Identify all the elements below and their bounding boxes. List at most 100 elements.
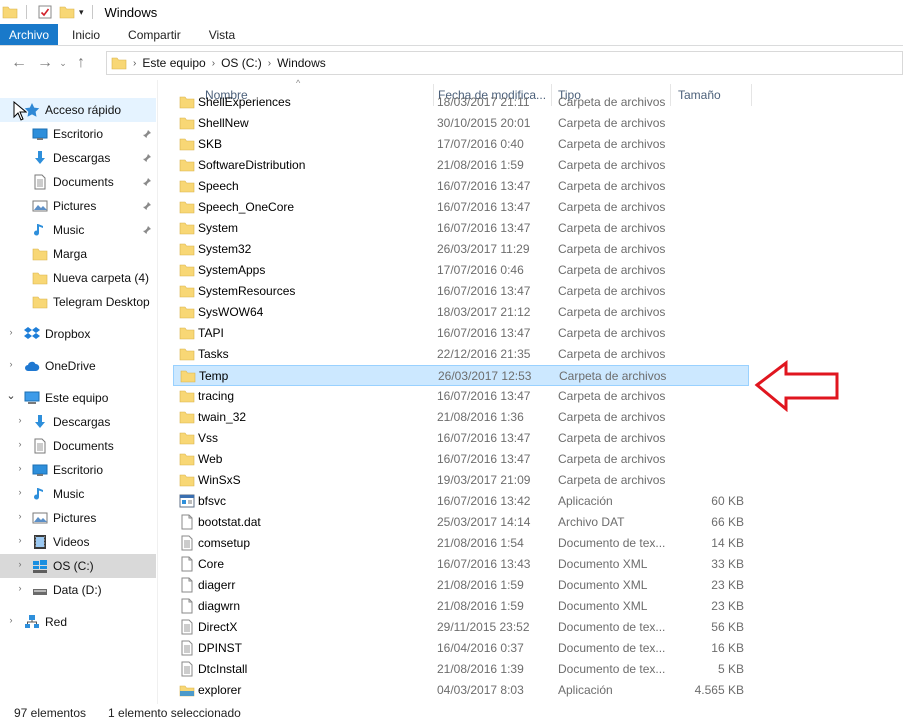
breadcrumb-os-c[interactable]: OS (C:) <box>221 56 262 70</box>
nav-pc-data-d[interactable]: › Data (D:) <box>0 578 156 602</box>
file-row[interactable]: WinSxS 19/03/2017 21:09 Carpeta de archivo… <box>173 470 749 491</box>
nav-pc-escritorio[interactable]: › Escritorio <box>0 458 156 482</box>
chevron-right-icon[interactable]: › <box>14 439 26 449</box>
chevron-right-icon[interactable]: › <box>14 487 26 497</box>
file-name: DtcInstall <box>198 662 248 676</box>
file-date: 16/07/2016 13:47 <box>437 179 531 193</box>
chevron-right-icon[interactable]: › <box>5 359 17 369</box>
file-row[interactable]: bfsvc 16/07/2016 13:42 Aplicación 60 KB <box>173 491 749 512</box>
properties-icon[interactable] <box>37 4 53 20</box>
expand-caret-icon[interactable]: ⌄ <box>5 389 17 402</box>
file-row[interactable]: DirectX 29/11/2015 23:52 Documento de tex.… <box>173 617 749 638</box>
chevron-right-icon[interactable]: › <box>14 559 26 569</box>
chevron-right-icon[interactable]: › <box>14 511 26 521</box>
folder-icon[interactable] <box>2 4 18 20</box>
file-row[interactable]: diagerr 21/08/2016 1:59 Documento XML 23 KB <box>173 575 749 596</box>
chevron-right-icon[interactable]: › <box>5 327 17 337</box>
folder-icon <box>179 348 195 361</box>
customize-toolbar-icon[interactable]: ▾ <box>79 7 84 18</box>
breadcrumb-este-equipo[interactable]: Este equipo <box>142 56 205 70</box>
pin-icon[interactable] <box>142 153 152 163</box>
chevron-right-icon[interactable]: › <box>212 58 215 69</box>
file-row[interactable]: TAPI 16/07/2016 13:47 Carpeta de archivos <box>173 323 749 344</box>
chevron-right-icon[interactable]: › <box>14 535 26 545</box>
file-row-selected[interactable]: Temp 26/03/2017 12:53 Carpeta de archivos <box>173 365 749 386</box>
chevron-right-icon[interactable]: › <box>14 583 26 593</box>
file-row[interactable]: DtcInstall 21/08/2016 1:39 Documento de te… <box>173 659 749 680</box>
nav-this-pc[interactable]: ⌄ Este equipo <box>0 386 156 410</box>
nav-quick-descargas[interactable]: Descargas <box>0 146 156 170</box>
file-row[interactable]: ShellNew 30/10/2015 20:01 Carpeta de archi… <box>173 113 749 134</box>
file-row[interactable]: Tasks 22/12/2016 21:35 Carpeta de archivos <box>173 344 749 365</box>
tab-archivo[interactable]: Archivo <box>0 24 59 45</box>
file-row[interactable]: comsetup 21/08/2016 1:54 Documento de tex.… <box>173 533 749 554</box>
file-type: Aplicación <box>558 494 613 508</box>
pin-icon[interactable] <box>142 177 152 187</box>
file-row[interactable]: bootstat.dat 25/03/2017 14:14 Archivo DAT 6… <box>173 512 749 533</box>
nav-quick-music[interactable]: Music <box>0 218 156 242</box>
pin-icon[interactable] <box>142 129 152 139</box>
nav-quick-telegram[interactable]: Telegram Desktop <box>0 290 156 314</box>
file-row[interactable]: ShellExperiences 18/03/2017 21:11 Carpeta … <box>173 96 749 113</box>
nav-quick-documents[interactable]: Documents <box>0 170 156 194</box>
chevron-right-icon[interactable]: › <box>268 58 271 69</box>
folder-icon <box>179 222 195 235</box>
file-row[interactable]: tracing 16/07/2016 13:47 Carpeta de archiv… <box>173 386 749 407</box>
file-row[interactable]: SoftwareDistribution 21/08/2016 1:59 Carpe… <box>173 155 749 176</box>
file-row[interactable]: Vss 16/07/2016 13:47 Carpeta de archivos <box>173 428 749 449</box>
music-icon <box>34 224 43 236</box>
nav-quick-escritorio[interactable]: Escritorio <box>0 122 156 146</box>
tab-inicio[interactable]: Inicio <box>58 24 114 45</box>
file-row[interactable]: Core 16/07/2016 13:43 Documento XML 33 KB <box>173 554 749 575</box>
file-row[interactable]: System32 26/03/2017 11:29 Carpeta de archi… <box>173 239 749 260</box>
nav-quick-pictures[interactable]: Pictures <box>0 194 156 218</box>
up-button[interactable]: ↑ <box>70 52 92 74</box>
nav-pc-os-c[interactable]: › OS (C:) <box>0 554 156 578</box>
chevron-right-icon[interactable]: › <box>14 415 26 425</box>
file-row[interactable]: diagwrn 21/08/2016 1:59 Documento XML 23 KB <box>173 596 749 617</box>
pin-icon[interactable] <box>142 225 152 235</box>
nav-pc-descargas[interactable]: › Descargas <box>0 410 156 434</box>
recent-locations-button[interactable]: ⌄ <box>56 52 70 74</box>
file-row[interactable]: SystemApps 17/07/2016 0:46 Carpeta de arch… <box>173 260 749 281</box>
nav-pc-documents[interactable]: › Documents <box>0 434 156 458</box>
breadcrumb-windows[interactable]: Windows <box>277 56 326 70</box>
file-row[interactable]: SysWOW64 18/03/2017 21:12 Carpeta de archi… <box>173 302 749 323</box>
file-date: 25/03/2017 14:14 <box>437 515 531 529</box>
file-row[interactable]: twain_32 21/08/2016 1:36 Carpeta de archiv… <box>173 407 749 428</box>
nav-pc-music[interactable]: › Music <box>0 482 156 506</box>
file-row[interactable]: Web 16/07/2016 13:47 Carpeta de archivos <box>173 449 749 470</box>
chevron-right-icon[interactable]: › <box>5 615 17 625</box>
nav-network[interactable]: › Red <box>0 610 156 634</box>
file-type: Carpeta de archivos <box>558 179 666 193</box>
file-row[interactable]: explorer 04/03/2017 8:03 Aplicación 4.565 K… <box>173 680 749 701</box>
file-row[interactable]: DPINST 16/04/2016 0:37 Documento de tex...… <box>173 638 749 659</box>
file-row[interactable]: System 16/07/2016 13:47 Carpeta de archivo… <box>173 218 749 239</box>
file-type: Documento XML <box>558 599 648 613</box>
file-name: comsetup <box>198 536 251 550</box>
new-folder-icon[interactable] <box>59 4 75 20</box>
back-button[interactable]: ← <box>8 52 30 74</box>
text-file-icon <box>181 535 193 551</box>
file-row[interactable]: Speech_OneCore 16/07/2016 13:47 Carpeta de… <box>173 197 749 218</box>
nav-dropbox[interactable]: › Dropbox <box>0 322 156 346</box>
file-row[interactable]: SKB 17/07/2016 0:40 Carpeta de archivos <box>173 134 749 155</box>
file-row[interactable]: Speech 16/07/2016 13:47 Carpeta de archivo… <box>173 176 749 197</box>
nav-quick-nueva-carpeta[interactable]: Nueva carpeta (4) <box>0 266 156 290</box>
nav-pc-videos[interactable]: › Videos <box>0 530 156 554</box>
tab-compartir[interactable]: Compartir <box>114 24 195 45</box>
forward-button[interactable]: → <box>34 52 56 74</box>
file-row[interactable]: SystemResources 16/07/2016 13:47 Carpeta d… <box>173 281 749 302</box>
nav-pc-pictures[interactable]: › Pictures <box>0 506 156 530</box>
chevron-right-icon[interactable]: › <box>14 463 26 473</box>
folder-icon <box>179 474 195 487</box>
tab-vista[interactable]: Vista <box>195 24 249 45</box>
address-bar[interactable]: › Este equipo › OS (C:) › Windows <box>106 51 903 75</box>
nav-label: Music <box>53 487 85 501</box>
nav-label: OS (C:) <box>53 559 94 573</box>
file-name: SKB <box>198 137 223 151</box>
nav-quick-marga[interactable]: Marga <box>0 242 156 266</box>
pin-icon[interactable] <box>142 201 152 211</box>
pane-splitter[interactable] <box>157 80 158 704</box>
nav-onedrive[interactable]: › OneDrive <box>0 354 156 378</box>
